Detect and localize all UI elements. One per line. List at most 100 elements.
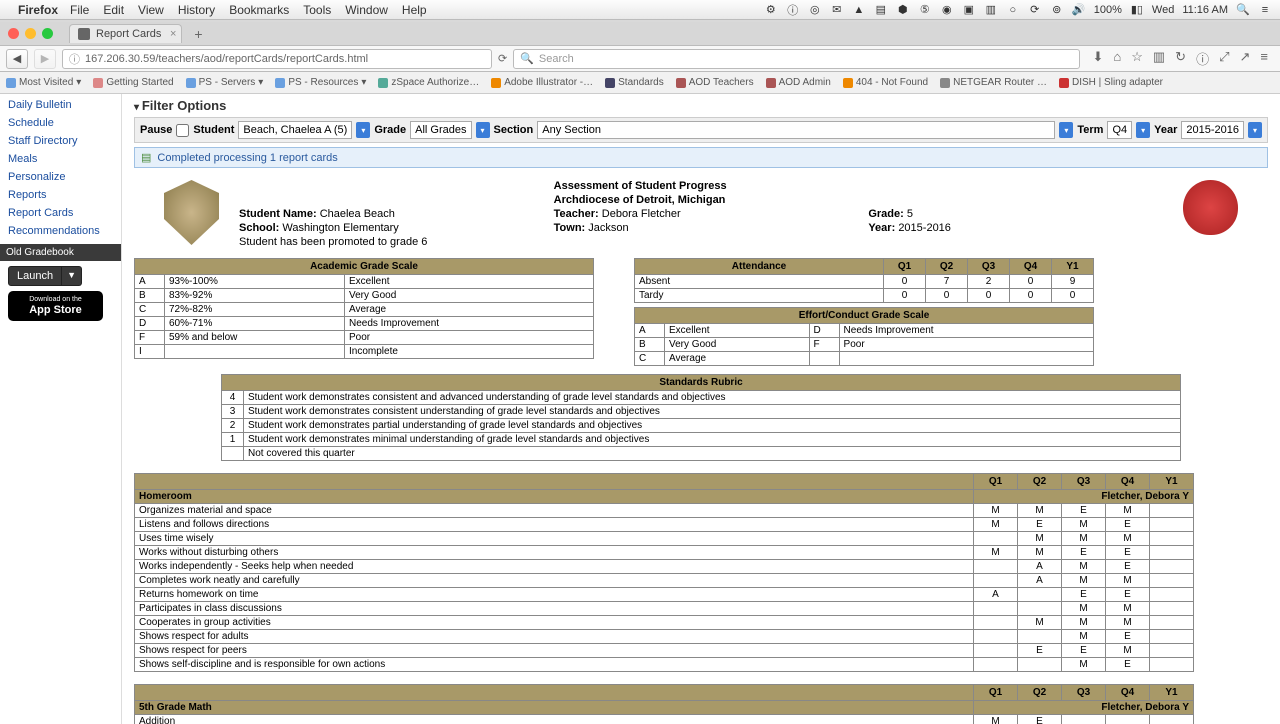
close-tab-icon[interactable]: × [170,28,176,40]
home-icon[interactable]: ⌂ [1113,49,1121,68]
grades-table: Q1Q2Q3Q4Y15th Grade MathFletcher, Debora… [134,684,1194,724]
menu-help[interactable]: Help [402,3,427,17]
sidebar-item[interactable]: Schedule [0,114,121,132]
status-message: ▤ Completed processing 1 report cards [134,147,1268,168]
pause-label: Pause [140,124,172,136]
volume-icon[interactable]: 🔊 [1072,3,1086,16]
dropdown-icon[interactable]: ▾ [1059,122,1073,138]
bookmark-item[interactable]: zSpace Authorize… [378,77,479,88]
grade-select[interactable]: All Grades [410,121,471,139]
search-field[interactable]: 🔍 Search [513,49,1080,69]
dropdown-icon[interactable]: ▾ [356,122,370,138]
sidebar-item[interactable]: Daily Bulletin [0,96,121,114]
info-icon[interactable]: ⓘ [1196,49,1209,68]
term-select[interactable]: Q4 [1107,121,1132,139]
menu-window[interactable]: Window [345,3,388,17]
clock-day[interactable]: Wed [1152,4,1174,16]
wifi-icon[interactable]: ⊚ [1050,3,1064,16]
share-icon[interactable]: ↗ [1240,49,1251,68]
search-icon[interactable]: 🔍 [1236,3,1250,16]
bookmark-item[interactable]: AOD Teachers [676,77,754,88]
launch-button[interactable]: Launch [8,266,62,286]
new-tab-button[interactable]: + [188,26,208,42]
sidebar-item[interactable]: Recommendations [0,222,121,240]
status-icon[interactable]: ▥ [984,3,998,16]
bookmark-icon[interactable]: ☆ [1131,49,1143,68]
status-icon[interactable]: ⟳ [1028,3,1042,16]
fullscreen-icon[interactable]: ⤢ [1219,49,1229,68]
status-icon[interactable]: ✉ [830,3,844,16]
address-field[interactable]: ⓘ 167.206.30.59/teachers/aod/reportCards… [62,49,492,69]
section-select[interactable]: Any Section [537,121,1055,139]
minimize-window-icon[interactable] [25,28,36,39]
reload-icon[interactable]: ⟳ [498,52,507,65]
bookmark-item[interactable]: NETGEAR Router … [940,77,1047,88]
clock-time[interactable]: 11:16 AM [1182,4,1228,16]
favicon-icon [78,28,90,40]
grades-table: Q1Q2Q3Q4Y1HomeroomFletcher, Debora YOrga… [134,473,1194,672]
dropdown-icon[interactable]: ▾ [1136,122,1150,138]
sidebar-item[interactable]: Personalize [0,168,121,186]
menu-view[interactable]: View [138,3,164,17]
year-label: Year [1154,124,1177,136]
bookmark-item[interactable]: Adobe Illustrator -… [491,77,593,88]
bookmarks-toolbar: Most Visited▾ Getting Started PS - Serve… [0,72,1280,94]
bookmark-item[interactable]: 404 - Not Found [843,77,928,88]
menu-tools[interactable]: Tools [303,3,331,17]
bookmark-item[interactable]: PS - Resources▾ [275,77,366,88]
student-label: Student [193,124,234,136]
browser-tab[interactable]: Report Cards × [69,24,182,43]
app-name: Firefox [18,3,58,17]
student-select[interactable]: Beach, Chaelea A (5) [238,121,352,139]
forward-button[interactable]: ▶ [34,49,56,69]
status-icon[interactable]: ▤ [874,3,888,16]
checklist-icon: ▤ [141,151,151,164]
bookmark-item[interactable]: PS - Servers▾ [186,77,264,88]
dropdown-icon[interactable]: ▾ [476,122,490,138]
hamburger-icon[interactable]: ≡ [1260,49,1268,68]
back-button[interactable]: ◀ [6,49,28,69]
sidebar-item[interactable]: Meals [0,150,121,168]
search-icon: 🔍 [520,52,534,65]
status-icon[interactable]: ⑤ [918,3,932,16]
zoom-window-icon[interactable] [42,28,53,39]
menu-icon[interactable]: ≡ [1258,4,1272,16]
bookmark-item[interactable]: Standards [605,77,664,88]
status-icon[interactable]: ⬢ [896,3,910,16]
downloads-icon[interactable]: ⬇ [1092,49,1103,68]
menu-file[interactable]: File [70,3,89,17]
menu-history[interactable]: History [178,3,215,17]
launch-dropdown[interactable]: ▼ [62,266,82,286]
library-icon[interactable]: ▥ [1153,49,1165,68]
menu-edit[interactable]: Edit [103,3,124,17]
year-select[interactable]: 2015-2016 [1181,121,1244,139]
attendance-table: Attendance Q1Q2Q3Q4Y1 Absent07209Tardy00… [634,258,1094,303]
status-icon[interactable]: ◎ [808,3,822,16]
grade-scale-table: Academic Grade Scale A93%-100%ExcellentB… [134,258,594,359]
globe-icon: ⓘ [69,51,80,67]
status-icon[interactable]: ⓘ [786,2,800,18]
status-icon[interactable]: ○ [1006,4,1020,16]
sync-icon[interactable]: ↻ [1175,49,1186,68]
status-icon[interactable]: ▲ [852,4,866,16]
pause-checkbox[interactable] [176,124,189,137]
appstore-badge[interactable]: Download on the App Store [8,291,103,321]
status-icon[interactable]: ◉ [940,3,954,16]
sidebar-item[interactable]: Staff Directory [0,132,121,150]
filter-header[interactable]: Filter Options [134,94,1268,117]
sidebar-item-active[interactable]: Report Cards [0,204,121,222]
bookmark-item[interactable]: Most Visited▾ [6,77,81,88]
sidebar: Daily Bulletin Schedule Staff Directory … [0,94,122,724]
close-window-icon[interactable] [8,28,19,39]
bookmark-item[interactable]: Getting Started [93,77,173,88]
sidebar-section-header: Old Gradebook [0,244,121,261]
rubric-table: Standards Rubric 4Student work demonstra… [221,374,1181,461]
sidebar-item[interactable]: Reports [0,186,121,204]
battery-icon[interactable]: ▮▯ [1130,3,1144,16]
dropdown-icon[interactable]: ▾ [1248,122,1262,138]
menu-bookmarks[interactable]: Bookmarks [229,3,289,17]
status-icon[interactable]: ▣ [962,3,976,16]
bookmark-item[interactable]: AOD Admin [766,77,831,88]
status-icon[interactable]: ⚙ [764,3,778,16]
bookmark-item[interactable]: DISH | Sling adapter [1059,77,1163,88]
